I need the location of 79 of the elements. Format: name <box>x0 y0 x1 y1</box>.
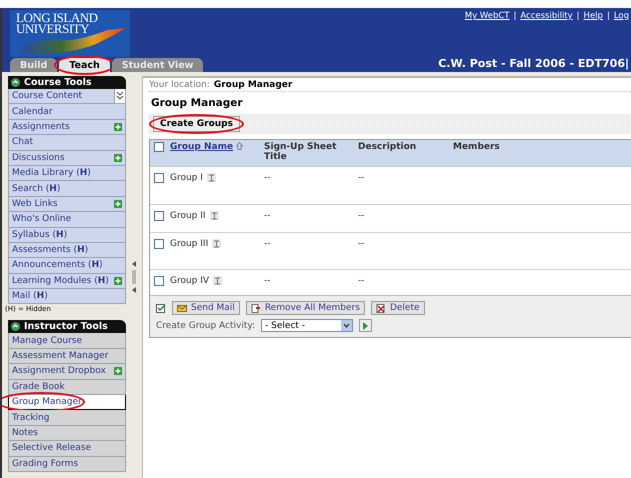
location-value: Group Manager <box>214 80 292 90</box>
panel-title: Course Tools <box>24 76 92 89</box>
sidebar-item[interactable]: Assessments (H) <box>8 242 126 258</box>
sidebar-item[interactable]: Discussions <box>8 150 126 166</box>
sidebar-item[interactable]: Web Links <box>8 196 126 212</box>
arrow-right-icon <box>362 322 370 330</box>
collapse-icon[interactable] <box>11 322 20 332</box>
page-title: Group Manager <box>151 97 244 109</box>
plus-icon[interactable] <box>114 276 122 285</box>
header-link[interactable]: Help <box>584 11 603 21</box>
location-label: Your location: <box>149 80 210 90</box>
logo-text: LONG ISLAND <box>16 12 99 23</box>
go-button[interactable] <box>359 319 372 332</box>
column-header: Sign-Up Sheet Title <box>264 142 338 164</box>
plus-icon[interactable] <box>114 200 122 208</box>
row-checkbox[interactable] <box>154 239 164 249</box>
sidebar-item[interactable]: Course Content <box>8 89 126 104</box>
action-button[interactable]: Delete <box>370 301 425 315</box>
logo-text: UNIVERSITY <box>16 23 90 34</box>
action-button[interactable]: Send Mail <box>172 301 240 315</box>
collapse-handle-icon[interactable] <box>131 261 137 293</box>
sidebar-item[interactable]: Learning Modules (H) <box>8 274 126 290</box>
sidebar-item[interactable]: Assessment Manager <box>8 348 126 364</box>
sidebar-item[interactable]: Notes <box>8 426 126 442</box>
plus-icon[interactable] <box>114 122 122 131</box>
university-logo[interactable]: LONG ISLAND UNIVERSITY <box>10 10 130 57</box>
sidebar-item[interactable]: Assignments <box>8 120 126 136</box>
sidebar-item[interactable]: Media Library (H) <box>8 166 126 182</box>
dropdown-icon[interactable] <box>341 320 352 331</box>
delete-icon <box>376 304 386 312</box>
table-cell-text: -- <box>358 276 366 288</box>
sidebar-item[interactable]: Mail (H) <box>8 289 126 304</box>
separator: | <box>576 11 580 21</box>
activity-select[interactable]: - Select - <box>261 319 354 332</box>
row-checkbox[interactable] <box>154 276 164 286</box>
table-cell-text: -- <box>358 239 366 251</box>
sidebar-item[interactable]: Tracking <box>8 410 126 426</box>
table-cell: Group II <box>170 211 206 221</box>
table-cell: Group III <box>170 239 208 249</box>
table-cell-text: -- <box>358 211 366 223</box>
separator: | <box>606 11 610 21</box>
sort-link[interactable]: Group Name <box>170 142 264 166</box>
sidebar-item[interactable]: Calendar <box>8 104 126 120</box>
sidebar-item[interactable]: Search (H) <box>8 181 126 197</box>
sidebar-item[interactable]: Syllabus (H) <box>8 228 126 243</box>
envelope-icon <box>177 304 187 312</box>
table-cell-text: -- <box>358 173 366 185</box>
sort-up-icon[interactable] <box>236 142 244 150</box>
sidebar-item[interactable]: Assignment Dropbox <box>8 364 126 380</box>
panel-title: Instructor Tools <box>24 320 108 334</box>
sidebar-item[interactable]: Selective Release <box>8 441 126 457</box>
plus-icon[interactable] <box>114 367 122 376</box>
sidebar-item[interactable]: Chat <box>8 135 126 151</box>
table-cell: Group I <box>170 173 203 183</box>
sidebar-item[interactable]: Announcements (H) <box>8 258 126 274</box>
table-cell-text: -- <box>264 211 272 223</box>
table-cell: Group IV <box>170 276 210 286</box>
header-link[interactable]: Accessibility <box>520 11 573 21</box>
column-header: Members <box>453 142 501 154</box>
double-chevron-icon[interactable] <box>114 89 125 103</box>
table-cell-text: -- <box>264 239 272 251</box>
header-link[interactable]: My WebCT <box>464 11 510 21</box>
action-button[interactable]: Remove All Members <box>246 301 365 315</box>
activity-label: Create Group Activity: <box>156 320 256 330</box>
sidebar-item[interactable]: Manage Course <box>8 333 126 349</box>
row-checkbox[interactable] <box>154 173 164 183</box>
separator: | <box>513 11 516 21</box>
table-cell-text: -- <box>264 173 272 185</box>
collapse-icon[interactable] <box>11 78 20 87</box>
row-checkbox[interactable] <box>154 211 164 221</box>
column-header: Description <box>358 142 418 154</box>
course-title: C.W. Post - Fall 2006 - EDT706| <box>438 57 629 70</box>
select-all-checkbox[interactable] <box>154 142 164 152</box>
sidebar-item[interactable]: Grading Forms <box>8 456 126 472</box>
table-cell-text: -- <box>264 276 272 288</box>
checklist-icon <box>156 304 166 312</box>
header-link[interactable]: Log <box>614 11 629 21</box>
plus-icon[interactable] <box>114 154 122 162</box>
sidebar-item[interactable]: Who's Online <box>8 212 126 228</box>
